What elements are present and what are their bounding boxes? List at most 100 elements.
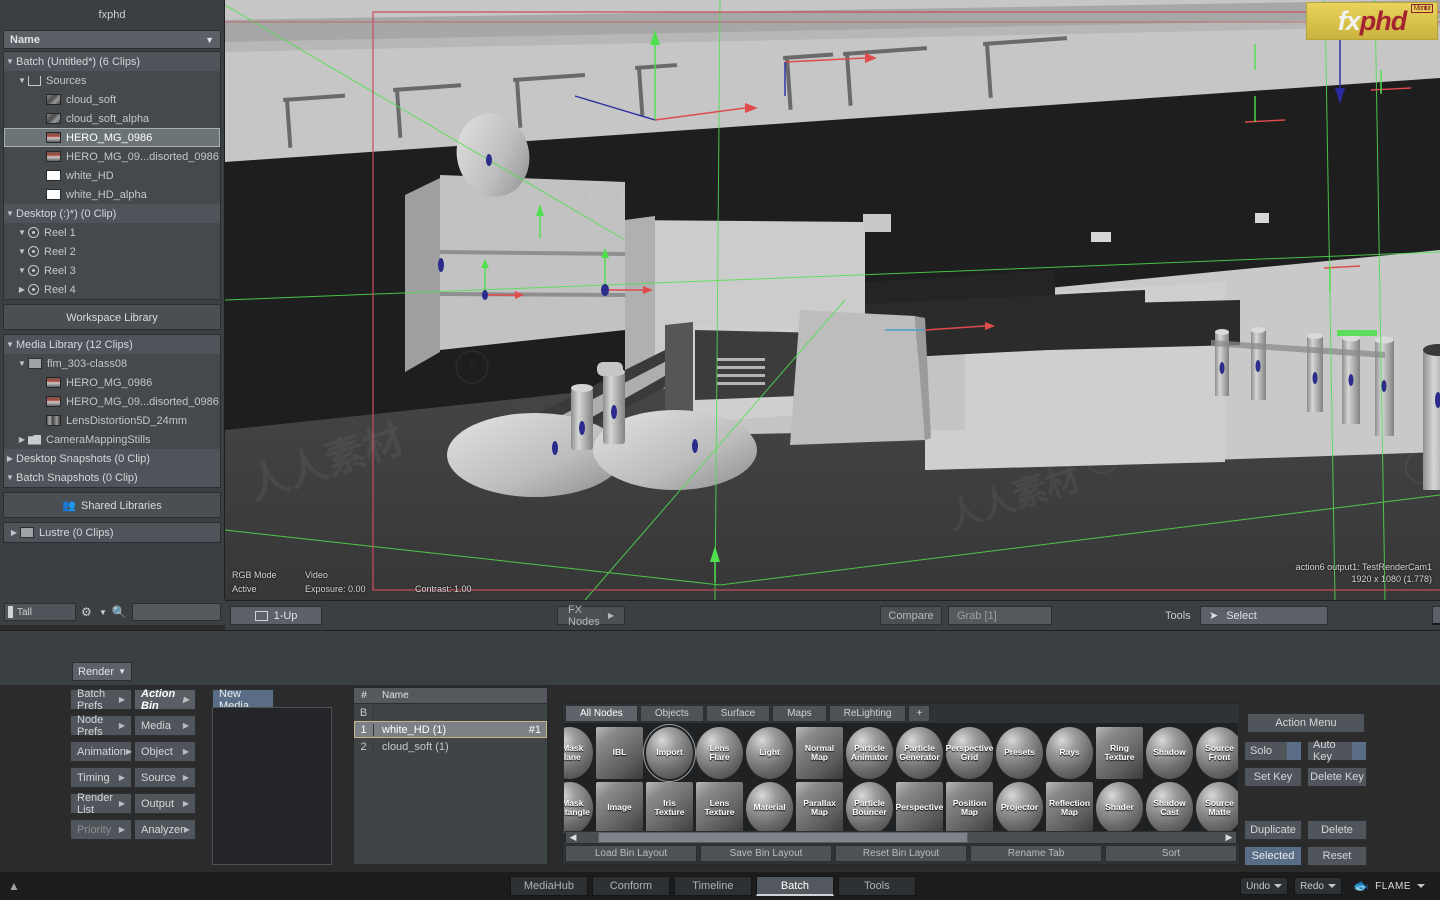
- tree-item[interactable]: cloud_soft: [4, 90, 220, 109]
- twisty-down-icon[interactable]: ▼: [4, 473, 16, 482]
- media-panel-name-header[interactable]: Name ▼: [3, 30, 221, 49]
- tree-item[interactable]: HERO_MG_09...disorted_0986: [4, 147, 220, 166]
- duplicate-button[interactable]: Duplicate: [1244, 820, 1302, 840]
- tree-item[interactable]: ▶ CameraMappingStills: [4, 430, 220, 449]
- media-list-row[interactable]: 1 white_HD (1) #1: [354, 721, 547, 738]
- tree-item[interactable]: ▼ Reel 2: [4, 242, 220, 261]
- bin-footer-sort[interactable]: Sort: [1105, 845, 1237, 862]
- tree-item[interactable]: ▼ Desktop (:)*) (0 Clip): [4, 204, 220, 223]
- twisty-right-icon[interactable]: ▶: [4, 454, 16, 463]
- media-list[interactable]: # Name B 1 white_HD (1) #1 2 cloud_soft (1): [353, 687, 548, 865]
- node-shadow[interactable]: Shadow: [1146, 727, 1193, 779]
- chevron-down-icon[interactable]: [1327, 884, 1336, 888]
- twisty-down-icon[interactable]: ▼: [4, 57, 16, 66]
- bin-tab-+[interactable]: +: [908, 705, 931, 722]
- set-key-button[interactable]: Set Key: [1244, 767, 1302, 787]
- left-tool-animation[interactable]: Animation ▶: [70, 741, 132, 762]
- tree-item[interactable]: HERO_MG_0986: [4, 373, 220, 392]
- delete-button[interactable]: Delete: [1307, 820, 1367, 840]
- left-tool-render-list[interactable]: Render List ▶: [70, 792, 132, 816]
- select-tool-button[interactable]: ➤ Select: [1200, 606, 1328, 625]
- tree-item[interactable]: cloud_soft_alpha: [4, 109, 220, 128]
- module-tab-batch[interactable]: Batch: [755, 876, 834, 896]
- bin-footer-load-bin-layout[interactable]: Load Bin Layout: [565, 845, 697, 862]
- right-tool-action-bin[interactable]: Action Bin ▶: [134, 688, 196, 712]
- grab-field[interactable]: Grab [1]: [948, 606, 1052, 625]
- bin-tab-relighting[interactable]: ReLighting: [828, 705, 907, 722]
- node-iris-texture[interactable]: Iris Texture: [646, 782, 693, 834]
- undo-button[interactable]: Undo: [1240, 877, 1289, 895]
- tree-item[interactable]: LensDistortion5D_24mm: [4, 411, 220, 430]
- node-projector[interactable]: Projector: [996, 782, 1043, 834]
- chevron-down-icon[interactable]: [1274, 884, 1283, 888]
- bin-footer-reset-bin-layout[interactable]: Reset Bin Layout: [835, 845, 967, 862]
- solo-toggle[interactable]: Solo: [1244, 741, 1302, 761]
- node-reflection-map[interactable]: Reflection Map: [1046, 782, 1093, 834]
- node-lens-flare[interactable]: Lens Flare: [696, 727, 743, 779]
- media-library-tree[interactable]: ▼ Media Library (12 Clips) ▼ flm_303-class0…: [3, 334, 221, 488]
- twisty-down-icon[interactable]: ▼: [16, 228, 28, 237]
- compare-button[interactable]: Compare: [880, 606, 942, 625]
- node-gmask-plane[interactable]: GMaskPlane: [564, 727, 593, 779]
- viewport-3d[interactable]: RGB Mode Active Video Exposure: 0.00 Con…: [225, 0, 1440, 600]
- selected-button[interactable]: Selected: [1244, 846, 1302, 866]
- tree-item[interactable]: HERO_MG_0986: [4, 128, 220, 147]
- media-list-row[interactable]: 2 cloud_soft (1): [354, 738, 547, 755]
- node-particle-generator[interactable]: Particle Generator: [896, 727, 943, 779]
- chevron-down-icon[interactable]: ▼: [99, 608, 107, 617]
- node-bin-scrollbar[interactable]: ◀ ▶: [565, 831, 1237, 844]
- view-mode-button[interactable]: Tall: [4, 603, 76, 621]
- node-perspective[interactable]: Perspective: [896, 782, 943, 834]
- lustre-tree[interactable]: ▶ Lustre (0 Clips): [3, 522, 221, 543]
- auto-key-switch[interactable]: [1352, 742, 1366, 760]
- bin-tab-surface[interactable]: Surface: [705, 705, 771, 722]
- node-gmask-rectangle[interactable]: GMaskRectangle: [564, 782, 593, 834]
- workspace-library-button[interactable]: Workspace Library: [3, 304, 221, 330]
- search-icon[interactable]: 🔍: [112, 605, 127, 619]
- twisty-down-icon[interactable]: ▼: [16, 359, 28, 368]
- bin-footer-save-bin-layout[interactable]: Save Bin Layout: [700, 845, 832, 862]
- node-source-front[interactable]: Source Front: [1196, 727, 1238, 779]
- twisty-down-icon[interactable]: ▼: [16, 247, 28, 256]
- left-tool-node-prefs[interactable]: Node Prefs ▶: [70, 714, 132, 738]
- node-position-map[interactable]: Position Map: [946, 782, 993, 834]
- tree-item[interactable]: HERO_MG_09...disorted_0986: [4, 392, 220, 411]
- chevron-down-icon[interactable]: ▼: [118, 667, 126, 676]
- media-preview-thumbnail[interactable]: [212, 707, 332, 865]
- node-bin-grid[interactable]: GMaskPlaneIBLImportLensFlareLightNormalM…: [564, 723, 1238, 843]
- tree-item[interactable]: ▶ Reel 4: [4, 280, 220, 299]
- tree-item-lustre[interactable]: ▶ Lustre (0 Clips): [4, 523, 220, 542]
- redo-button[interactable]: Redo: [1294, 877, 1342, 895]
- node-normal-map[interactable]: Normal Map: [796, 727, 843, 779]
- gear-icon[interactable]: ⚙: [81, 605, 94, 619]
- tree-item[interactable]: ▼ Reel 3: [4, 261, 220, 280]
- twisty-down-icon[interactable]: ▼: [4, 340, 16, 349]
- twisty-right-icon[interactable]: ▶: [16, 285, 28, 294]
- node-import[interactable]: Import: [643, 724, 696, 782]
- fx-nodes-button[interactable]: FX Nodes ▶: [557, 604, 625, 628]
- twisty-right-icon[interactable]: ▶: [16, 435, 28, 444]
- node-perspective-grid[interactable]: Perspective Grid: [946, 727, 993, 779]
- right-tool-source[interactable]: Source ▶: [134, 767, 196, 788]
- delete-key-button[interactable]: Delete Key: [1307, 767, 1367, 787]
- scrollbar-thumb[interactable]: [598, 832, 968, 843]
- chevron-down-icon[interactable]: ▼: [205, 35, 214, 45]
- search-input[interactable]: [131, 603, 221, 621]
- auto-key-toggle[interactable]: Auto Key: [1307, 739, 1367, 763]
- scroll-left-icon[interactable]: ◀: [566, 832, 580, 843]
- twisty-down-icon[interactable]: ▼: [16, 266, 28, 275]
- right-tool-analyzer[interactable]: Analyzer ▶: [134, 819, 196, 840]
- left-tool-batch-prefs[interactable]: Batch Prefs ▶: [70, 688, 132, 712]
- bin-footer-rename-tab[interactable]: Rename Tab: [970, 845, 1102, 862]
- tree-item[interactable]: white_HD: [4, 166, 220, 185]
- right-tool-object[interactable]: Object ▶: [134, 741, 196, 762]
- zoom-level-value[interactable]: 68X: [1432, 606, 1440, 625]
- node-presets[interactable]: Presets: [996, 727, 1043, 779]
- node-image[interactable]: Image: [596, 782, 643, 834]
- node-rays[interactable]: Rays: [1046, 727, 1093, 779]
- expand-up-icon[interactable]: ▲: [8, 879, 20, 893]
- module-tab-conform[interactable]: Conform: [591, 876, 670, 896]
- twisty-down-icon[interactable]: ▼: [16, 76, 28, 85]
- node-ring-texture[interactable]: Ring Texture: [1096, 727, 1143, 779]
- bin-tab-all-nodes[interactable]: All Nodes: [565, 705, 638, 722]
